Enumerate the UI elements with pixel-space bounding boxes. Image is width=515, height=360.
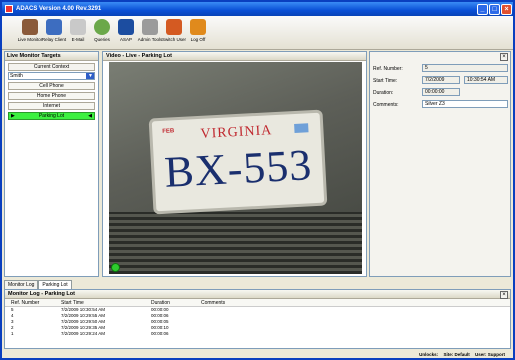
col-duration[interactable]: Duration: [145, 299, 195, 306]
col-ref-number[interactable]: Ref. Number: [5, 299, 55, 306]
cell-ref: 1: [11, 331, 14, 336]
duration-field: 00:00:00: [422, 88, 460, 96]
app-window: ADACS Version 4.00 Rev.3291 _ □ × Live M…: [0, 0, 515, 360]
plate-sticker: [294, 123, 309, 134]
minimize-button[interactable]: _: [477, 3, 488, 15]
duration-label: Duration:: [373, 90, 394, 96]
vehicle-bumper: [109, 212, 362, 274]
target-internet[interactable]: Internet: [8, 102, 95, 110]
app-icon: [5, 5, 13, 13]
comments-input[interactable]: Silver Z3: [422, 100, 508, 108]
maximize-button[interactable]: □: [489, 3, 500, 15]
status-user: User: Support: [474, 352, 505, 357]
video-panel: Video - Live - Parking Lot FEB VIRGINIA …: [102, 51, 367, 277]
arrow-left-icon: ◀: [88, 113, 92, 119]
chevron-down-icon[interactable]: ▼: [86, 73, 94, 79]
relay-client-icon: [46, 19, 62, 35]
panel-title: Live Monitor Targets: [5, 52, 98, 61]
start-date-field: 7/2/2009: [422, 76, 460, 84]
tab-parking-lot[interactable]: Parking Lot: [38, 280, 72, 289]
log-header-row: Ref. Number Start Time Duration Comments: [5, 299, 510, 307]
close-icon[interactable]: ×: [500, 53, 508, 61]
close-button[interactable]: ×: [501, 3, 512, 15]
toolbar-queries[interactable]: Queries: [90, 16, 114, 49]
target-parking-lot[interactable]: ▶ Parking Lot ◀: [8, 112, 95, 120]
toolbar-asap[interactable]: ASAP: [114, 16, 138, 49]
current-context-label: Current Context: [8, 63, 95, 71]
license-plate: FEB VIRGINIA BX-553: [148, 109, 328, 215]
target-home-phone[interactable]: Home Phone: [8, 92, 95, 100]
toolbar-switch-user[interactable]: Switch User: [162, 16, 186, 49]
title-bar: ADACS Version 4.00 Rev.3291 _ □ ×: [2, 2, 513, 16]
recording-info-panel: × Ref. Number: 5 Start Time: 7/2/2009 10…: [369, 51, 511, 277]
cell-start: 7/2/2009 10:29:24 AM: [61, 331, 106, 336]
status-site: Site: Default: [443, 352, 470, 357]
target-cell-phone[interactable]: Cell Phone: [8, 82, 95, 90]
toolbar-live-monitor[interactable]: Live Monitor: [18, 16, 42, 49]
log-title: Monitor Log - Parking Lot: [5, 290, 510, 299]
monitor-log-panel: Monitor Log - Parking Lot × Ref. Number …: [4, 289, 511, 349]
live-indicator-icon: [111, 263, 120, 272]
queries-icon: [94, 19, 110, 35]
asap-icon: [118, 19, 134, 35]
live-monitor-targets-panel: Live Monitor Targets Current Context Smi…: [4, 51, 99, 277]
ref-number-field: 5: [422, 64, 508, 72]
status-unlocks: Unlocks:: [419, 352, 439, 357]
table-row[interactable]: 1 7/2/2009 10:29:24 AM 00:00:06: [5, 331, 510, 337]
ref-number-label: Ref. Number:: [373, 66, 403, 72]
admin-tools-icon: [142, 19, 158, 35]
col-start-time[interactable]: Start Time: [55, 299, 145, 306]
col-comments[interactable]: Comments: [195, 299, 275, 306]
context-select[interactable]: Smith ▼: [8, 72, 95, 80]
main-toolbar: Live Monitor Relay Client E-Mail Queries…: [2, 16, 513, 50]
video-title: Video - Live - Parking Lot: [103, 52, 366, 61]
start-time-field: 10:30:54 AM: [464, 76, 508, 84]
toolbar-relay-client[interactable]: Relay Client: [42, 16, 66, 49]
email-icon: [70, 19, 86, 35]
status-bar: Unlocks: Site: Default User: Support: [4, 351, 511, 358]
live-monitor-icon: [22, 19, 38, 35]
log-off-icon: [190, 19, 206, 35]
start-time-label: Start Time:: [373, 78, 398, 84]
toolbar-log-off[interactable]: Log Off: [186, 16, 210, 49]
video-feed[interactable]: FEB VIRGINIA BX-553: [109, 62, 362, 274]
close-icon[interactable]: ×: [500, 291, 508, 299]
cell-comments: [195, 331, 275, 337]
toolbar-email[interactable]: E-Mail: [66, 16, 90, 49]
window-title: ADACS Version 4.00 Rev.3291: [16, 6, 102, 12]
cell-duration: 00:00:06: [151, 331, 169, 336]
comments-label: Comments:: [373, 102, 399, 108]
bottom-tabs: Monitor Log Parking Lot: [4, 280, 72, 289]
arrow-right-icon: ▶: [11, 113, 15, 119]
target-parking-lot-label: Parking Lot: [38, 113, 65, 119]
tab-monitor-log[interactable]: Monitor Log: [4, 280, 39, 289]
context-value: Smith: [10, 73, 23, 79]
plate-number: BX-553: [163, 140, 314, 197]
toolbar-admin-tools[interactable]: Admin Tools: [138, 16, 162, 49]
switch-user-icon: [166, 19, 182, 35]
